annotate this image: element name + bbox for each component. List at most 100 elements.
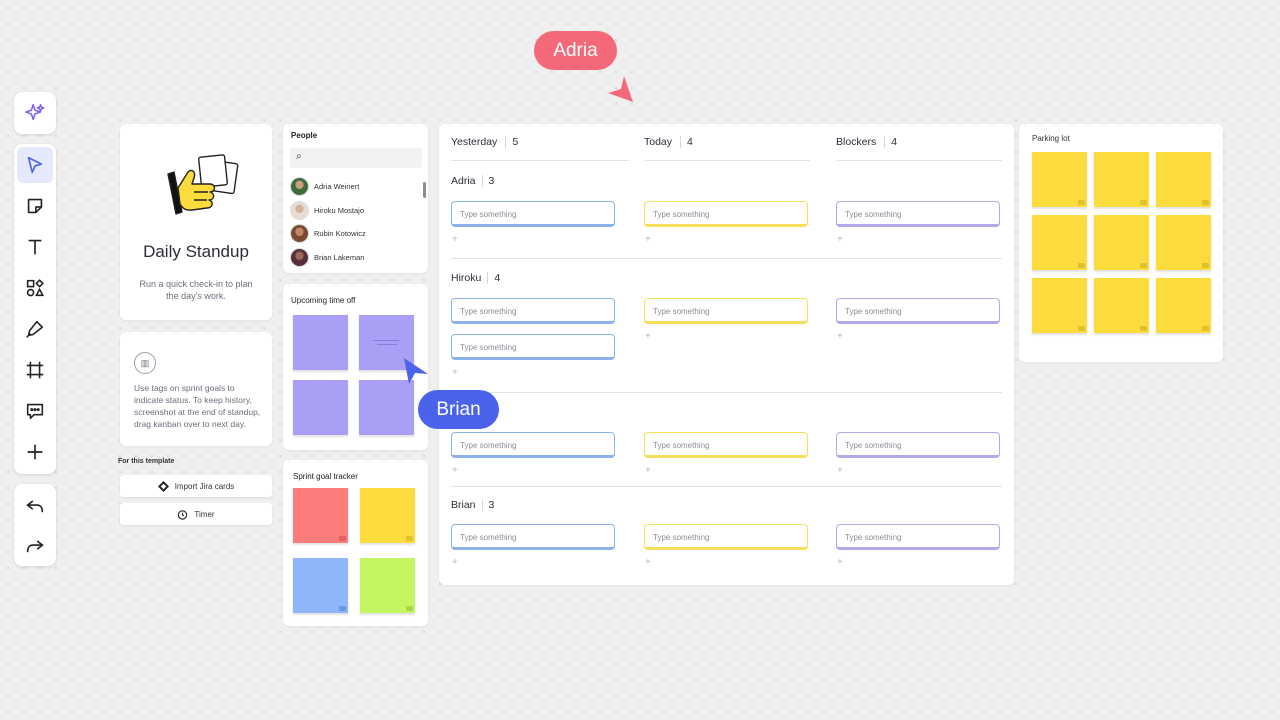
card-input[interactable]: Type something bbox=[836, 432, 1000, 458]
person-item[interactable]: Hiroku Mostajo bbox=[290, 200, 364, 220]
pen-tool-button[interactable] bbox=[17, 311, 53, 347]
undo-button[interactable] bbox=[17, 488, 53, 524]
book-icon: ▥ bbox=[134, 352, 156, 374]
add-card-button[interactable]: + bbox=[452, 367, 458, 378]
timer-label: Timer bbox=[194, 509, 215, 519]
intro-description: Run a quick check-in to plan the day's w… bbox=[139, 279, 253, 301]
history-toolbar bbox=[14, 484, 56, 566]
card-input[interactable]: Type something bbox=[644, 201, 808, 227]
add-card-button[interactable]: + bbox=[837, 331, 843, 342]
add-card-button[interactable]: + bbox=[452, 557, 458, 568]
add-card-button[interactable]: + bbox=[837, 465, 843, 476]
avatar bbox=[290, 176, 309, 196]
parking-sticky[interactable] bbox=[1156, 152, 1211, 207]
ai-toolbar bbox=[14, 92, 56, 134]
divider bbox=[836, 160, 1002, 161]
column-label: Yesterday bbox=[451, 136, 498, 148]
tip-card[interactable]: ▥ Use tags on sprint goals to indicate s… bbox=[120, 332, 272, 446]
row-label-hiroku: Hiroku 4 bbox=[451, 272, 501, 284]
select-tool-button[interactable] bbox=[17, 147, 53, 183]
card-input[interactable]: Type something bbox=[644, 432, 808, 458]
standup-intro-card[interactable]: Daily Standup Run a quick check-in to pl… bbox=[120, 124, 272, 320]
divider bbox=[451, 392, 1002, 393]
text-tool-button[interactable] bbox=[17, 229, 53, 265]
column-label: Blockers bbox=[836, 136, 877, 148]
jira-icon bbox=[157, 480, 169, 492]
person-item[interactable]: Adria Weinert bbox=[290, 176, 359, 196]
card-input[interactable]: Type something bbox=[451, 201, 615, 227]
parking-sticky[interactable] bbox=[1094, 152, 1149, 207]
timer-icon bbox=[178, 509, 188, 520]
row-count: 4 bbox=[487, 272, 501, 284]
divider bbox=[451, 160, 629, 161]
people-title: People bbox=[291, 131, 318, 140]
card-input[interactable]: Type something bbox=[644, 524, 808, 550]
add-card-button[interactable]: + bbox=[837, 234, 843, 245]
card-input[interactable]: Type something bbox=[836, 201, 1000, 227]
add-card-button[interactable]: + bbox=[645, 234, 651, 245]
card-input[interactable]: Type something bbox=[451, 298, 615, 324]
import-jira-button[interactable]: Import Jira cards bbox=[120, 475, 272, 497]
row-label-brian: Brian 3 bbox=[451, 499, 495, 511]
card-input[interactable]: Type something bbox=[451, 432, 615, 458]
parking-sticky[interactable] bbox=[1156, 215, 1211, 270]
column-header-today: Today 4 bbox=[644, 136, 693, 148]
parking-sticky[interactable] bbox=[1156, 278, 1211, 333]
person-item[interactable]: Brian Lakeman bbox=[290, 247, 364, 267]
time-off-sticky[interactable] bbox=[293, 380, 348, 435]
avatar bbox=[290, 200, 309, 220]
cursor-label-brian: Brian bbox=[418, 390, 499, 429]
add-card-button[interactable]: + bbox=[645, 557, 651, 568]
add-card-button[interactable]: + bbox=[645, 465, 651, 476]
person-name: Hiroku Mostajo bbox=[314, 205, 365, 215]
shapes-icon bbox=[26, 279, 45, 297]
divider bbox=[451, 258, 1002, 259]
people-scrollbar[interactable] bbox=[423, 182, 426, 198]
card-input[interactable]: Type something bbox=[451, 524, 615, 550]
avatar bbox=[290, 223, 309, 243]
redo-button[interactable] bbox=[17, 528, 53, 564]
parking-sticky[interactable] bbox=[1032, 215, 1087, 270]
column-count: 4 bbox=[884, 136, 898, 148]
sprint-sticky[interactable] bbox=[293, 488, 348, 543]
search-icon: ⌕ bbox=[296, 151, 302, 162]
parking-sticky[interactable] bbox=[1032, 152, 1087, 207]
sprint-goal-panel: Sprint goal tracker bbox=[283, 460, 428, 626]
page-title: Daily Standup bbox=[143, 242, 249, 261]
add-card-button[interactable]: + bbox=[452, 465, 458, 476]
column-header-yesterday: Yesterday 5 bbox=[451, 136, 519, 148]
parking-sticky[interactable] bbox=[1032, 278, 1087, 333]
add-card-button[interactable]: + bbox=[837, 557, 843, 568]
parking-lot-title: Parking lot bbox=[1032, 134, 1070, 143]
time-off-sticky[interactable] bbox=[293, 315, 348, 370]
sticky-note-icon bbox=[27, 198, 43, 214]
person-item[interactable]: Rubin Kotowicz bbox=[290, 223, 366, 243]
ai-sparkle-button[interactable] bbox=[17, 95, 53, 131]
parking-sticky[interactable] bbox=[1094, 215, 1149, 270]
card-input[interactable]: Type something bbox=[451, 334, 615, 360]
add-card-button[interactable]: + bbox=[452, 234, 458, 245]
card-input[interactable]: Type something bbox=[836, 298, 1000, 324]
comment-tool-button[interactable] bbox=[17, 393, 53, 429]
frame-tool-button[interactable] bbox=[17, 352, 53, 388]
import-jira-label: Import Jira cards bbox=[174, 481, 235, 491]
row-name: Brian bbox=[451, 499, 476, 511]
timer-button[interactable]: Timer bbox=[120, 503, 272, 525]
people-search-input[interactable]: ⌕ bbox=[290, 148, 422, 168]
sprint-sticky[interactable] bbox=[360, 488, 415, 543]
sticky-note-tool-button[interactable] bbox=[17, 188, 53, 224]
person-name: Adria Weinert bbox=[314, 181, 360, 191]
row-label-adria: Adria 3 bbox=[451, 175, 495, 187]
cursor-label-adria: Adria bbox=[534, 31, 617, 70]
select-arrow-icon bbox=[27, 156, 43, 174]
parking-lot-panel: Parking lot bbox=[1019, 124, 1223, 362]
add-card-button[interactable]: + bbox=[645, 331, 651, 342]
card-input[interactable]: Type something bbox=[836, 524, 1000, 550]
sprint-sticky[interactable] bbox=[293, 558, 348, 613]
sprint-sticky[interactable] bbox=[360, 558, 415, 613]
card-input[interactable]: Type something bbox=[644, 298, 808, 324]
time-off-sticky[interactable] bbox=[359, 380, 414, 435]
parking-sticky[interactable] bbox=[1094, 278, 1149, 333]
add-more-button[interactable] bbox=[17, 434, 53, 470]
shapes-tool-button[interactable] bbox=[17, 270, 53, 306]
